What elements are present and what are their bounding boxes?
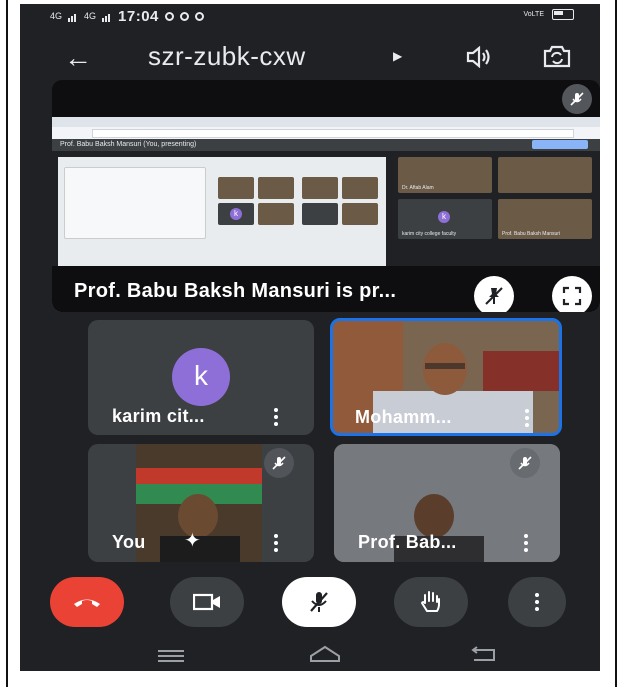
presenter-caption: Prof. Babu Baksh Mansuri is pr... bbox=[74, 280, 397, 302]
participant-tile-active[interactable]: Mohamm... bbox=[330, 318, 562, 436]
notification-icon bbox=[164, 12, 174, 21]
mic-off-icon bbox=[510, 448, 540, 478]
shared-tile-4-name: Prof. Babu Baksh Mansuri bbox=[502, 231, 561, 237]
meeting-code[interactable]: szr-zubk-cxw bbox=[148, 41, 306, 72]
arrow-left-icon[interactable]: ← bbox=[64, 42, 92, 74]
speaker-icon[interactable] bbox=[466, 46, 492, 68]
android-nav-bar bbox=[20, 636, 600, 671]
shared-tile-3-name: karim city college faculty bbox=[402, 231, 457, 237]
mic-off-icon bbox=[310, 592, 328, 612]
shared-tile-1-name: Dr. Aftab Alam bbox=[402, 185, 434, 191]
signal-bars-icon-2 bbox=[102, 13, 111, 22]
participant-tile[interactable]: k karim cit... bbox=[88, 320, 314, 435]
mic-off-icon bbox=[264, 448, 294, 478]
battery-icon bbox=[552, 9, 574, 20]
more-vertical-icon[interactable] bbox=[274, 408, 278, 426]
app-notification-icon bbox=[194, 12, 204, 21]
nested-screen: k bbox=[58, 157, 386, 283]
meet-top-bar: ← szr-zubk-cxw ▶ bbox=[20, 34, 600, 80]
avatar: k bbox=[172, 348, 230, 406]
browser-tabs bbox=[52, 117, 600, 127]
participant-name: karim cit... bbox=[112, 406, 205, 426]
end-call-button[interactable] bbox=[50, 577, 124, 627]
whatsapp-icon bbox=[179, 12, 189, 21]
more-vertical-icon bbox=[535, 593, 539, 611]
menu-icon[interactable] bbox=[156, 648, 186, 664]
phone-hangup-icon bbox=[74, 599, 100, 607]
switch-camera-icon[interactable] bbox=[542, 43, 572, 69]
camera-button[interactable] bbox=[170, 577, 244, 627]
fullscreen-icon bbox=[562, 286, 582, 306]
volte-indicator: VoLTE bbox=[523, 11, 545, 18]
more-vertical-icon[interactable] bbox=[274, 534, 278, 552]
participant-tile[interactable]: Prof. Bab... bbox=[334, 444, 560, 562]
more-vertical-icon[interactable] bbox=[525, 409, 529, 427]
mic-off-icon bbox=[562, 84, 592, 114]
shared-stop-button bbox=[532, 140, 588, 149]
unpin-icon bbox=[485, 287, 503, 305]
more-options-button[interactable] bbox=[508, 577, 566, 627]
back-nav-icon[interactable] bbox=[468, 646, 498, 664]
more-vertical-icon[interactable] bbox=[524, 534, 528, 552]
presentation-tile[interactable]: Prof. Babu Baksh Mansuri (You, presentin… bbox=[52, 80, 600, 312]
status-bar: 4G 4G 17:04 VoLTE bbox=[20, 4, 600, 32]
participant-name: Mohamm... bbox=[355, 407, 452, 427]
browser-url-bar bbox=[92, 129, 574, 138]
microphone-button[interactable] bbox=[282, 577, 356, 627]
effects-sparkle-icon[interactable]: ✦ bbox=[184, 528, 201, 553]
signal-2: 4G bbox=[84, 11, 97, 21]
unpin-button[interactable] bbox=[474, 276, 514, 312]
shared-tile-avatar: k bbox=[438, 211, 450, 223]
fullscreen-button[interactable] bbox=[552, 276, 592, 312]
call-controls bbox=[20, 572, 600, 634]
clock: 17:04 bbox=[118, 8, 159, 25]
shared-tile-2 bbox=[498, 157, 592, 193]
signal-bars-icon bbox=[68, 13, 77, 22]
phone-screen: 4G 4G 17:04 VoLTE ← szr-zubk-cxw ▶ Prof.… bbox=[20, 4, 600, 671]
video-camera-icon bbox=[193, 593, 220, 611]
participant-tile-self[interactable]: You ✦ bbox=[88, 444, 314, 562]
home-icon[interactable] bbox=[308, 644, 342, 664]
shared-presenter-name: Prof. Babu Baksh Mansuri (You, presentin… bbox=[60, 141, 197, 148]
raise-hand-button[interactable] bbox=[394, 577, 468, 627]
hand-icon bbox=[420, 591, 440, 612]
signal-1: 4G bbox=[50, 11, 63, 21]
participant-name: Prof. Bab... bbox=[358, 532, 457, 552]
participant-name: You bbox=[112, 532, 146, 552]
caret-right-icon[interactable]: ▶ bbox=[393, 49, 402, 63]
